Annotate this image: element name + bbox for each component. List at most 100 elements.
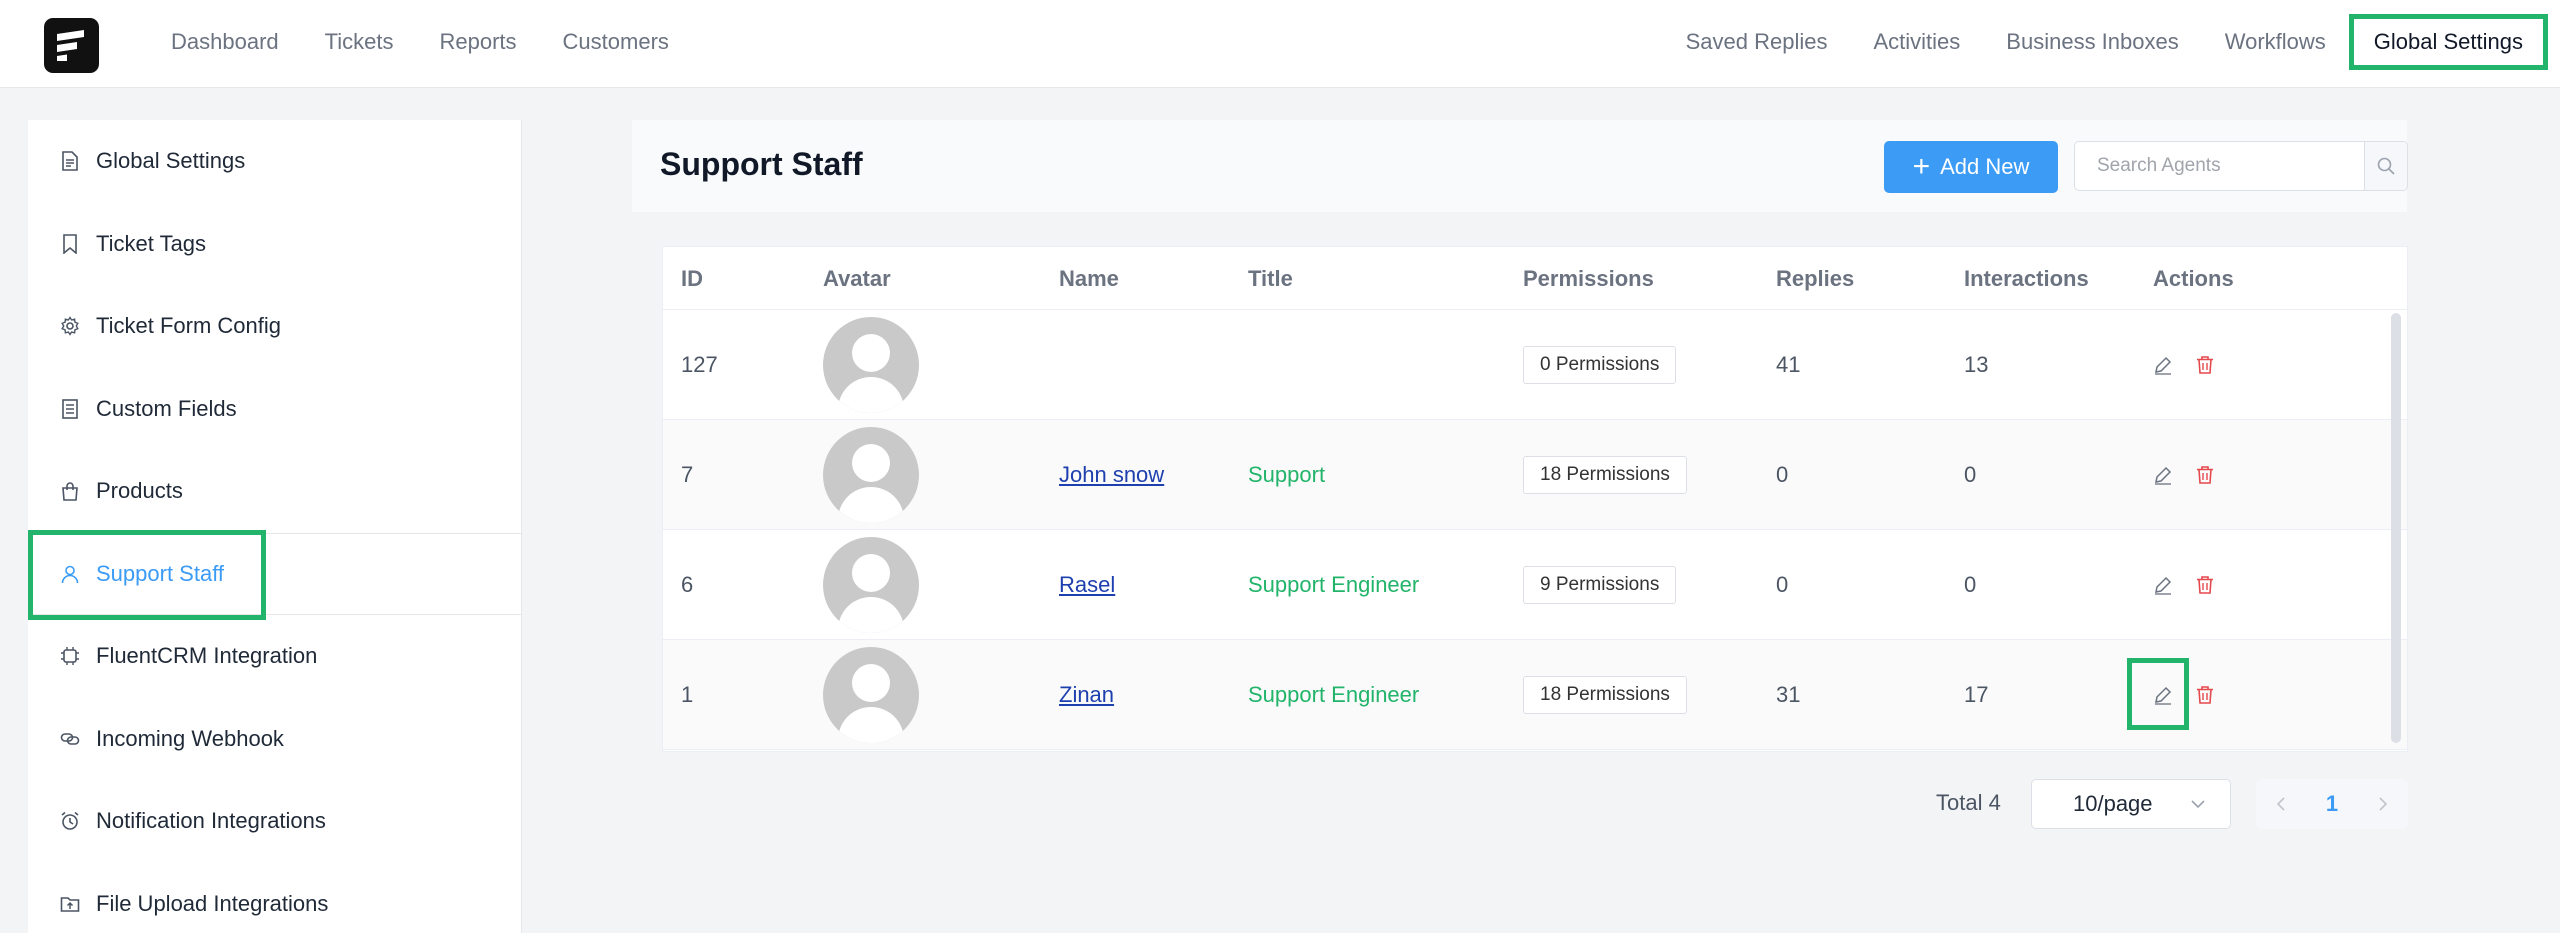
search-button[interactable] bbox=[2364, 142, 2407, 190]
nav-tickets[interactable]: Tickets bbox=[302, 29, 417, 55]
list-document-icon bbox=[58, 397, 82, 421]
bookmark-icon bbox=[58, 232, 82, 256]
column-header-id[interactable]: ID bbox=[681, 247, 703, 310]
edit-icon[interactable] bbox=[2151, 683, 2175, 707]
page-size-value: 10/page bbox=[2073, 791, 2153, 816]
sidebar-item-label: Incoming Webhook bbox=[96, 725, 284, 751]
sidebar-item-incoming-webhook[interactable]: Incoming Webhook bbox=[28, 698, 521, 781]
sidebar-item-global-settings[interactable]: Global Settings bbox=[28, 120, 521, 203]
column-header-permissions: Permissions bbox=[1523, 266, 1654, 291]
sidebar-item-fluentcrm-integration[interactable]: FluentCRM Integration bbox=[28, 615, 521, 698]
cell-interactions: 0 bbox=[1964, 572, 1977, 597]
sidebar-item-ticket-tags[interactable]: Ticket Tags bbox=[28, 203, 521, 286]
sidebar-item-label: Notification Integrations bbox=[96, 808, 326, 834]
chevron-right-icon bbox=[2379, 797, 2388, 811]
folder-upload-icon bbox=[58, 892, 82, 916]
permissions-button[interactable]: 18 Permissions bbox=[1523, 676, 1687, 714]
permissions-button[interactable]: 9 Permissions bbox=[1523, 566, 1677, 604]
agent-name-link[interactable]: Rasel bbox=[1059, 572, 1115, 598]
trash-icon[interactable] bbox=[2193, 573, 2217, 597]
agent-name-link[interactable]: John snow bbox=[1059, 462, 1164, 488]
edit-icon[interactable] bbox=[2151, 353, 2175, 377]
sidebar-item-support-staff[interactable]: Support Staff bbox=[28, 529, 521, 620]
column-header-name[interactable]: Name bbox=[1059, 247, 1119, 310]
alarm-clock-icon bbox=[58, 809, 82, 833]
sidebar-item-ticket-form-config[interactable]: Ticket Form Config bbox=[28, 285, 521, 368]
sidebar-item-products[interactable]: Products bbox=[28, 450, 521, 533]
permissions-button[interactable]: 18 Permissions bbox=[1523, 456, 1687, 494]
trash-icon[interactable] bbox=[2193, 353, 2217, 377]
add-new-label: Add New bbox=[1940, 154, 2030, 179]
prev-page-button[interactable] bbox=[2274, 795, 2288, 813]
avatar bbox=[823, 537, 919, 633]
document-icon bbox=[58, 149, 82, 173]
nav-reports[interactable]: Reports bbox=[417, 29, 540, 55]
table-row: 127 0 Permissions 41 13 bbox=[663, 310, 2407, 420]
gear-icon bbox=[58, 314, 82, 338]
permissions-button[interactable]: 0 Permissions bbox=[1523, 346, 1677, 384]
secondary-nav: Saved Replies Activities Business Inboxe… bbox=[1663, 0, 2560, 84]
chip-icon bbox=[58, 644, 82, 668]
sidebar-item-file-upload-integrations[interactable]: File Upload Integrations bbox=[28, 863, 521, 933]
trash-icon[interactable] bbox=[2193, 683, 2217, 707]
sidebar-item-label: Custom Fields bbox=[96, 395, 237, 421]
app-logo[interactable] bbox=[44, 18, 99, 73]
nav-activities[interactable]: Activities bbox=[1851, 29, 1984, 55]
sidebar-item-custom-fields[interactable]: Custom Fields bbox=[28, 368, 521, 451]
total-count: Total 4 bbox=[1936, 790, 2001, 815]
nav-business-inboxes[interactable]: Business Inboxes bbox=[1983, 29, 2201, 55]
nav-global-settings[interactable]: Global Settings bbox=[2348, 14, 2548, 70]
cell-id: 7 bbox=[681, 462, 694, 487]
nav-dashboard[interactable]: Dashboard bbox=[148, 29, 302, 55]
page-title: Support Staff bbox=[660, 146, 863, 182]
next-page-button[interactable] bbox=[2376, 795, 2390, 813]
table-row: 6 Rasel Support Engineer 9 Permissions 0… bbox=[663, 530, 2407, 640]
agent-title: Support Engineer bbox=[1248, 682, 1420, 707]
sidebar-item-notification-integrations[interactable]: Notification Integrations bbox=[28, 780, 521, 863]
pagination: 1 bbox=[2256, 779, 2408, 829]
column-header-avatar: Avatar bbox=[823, 266, 891, 291]
agent-name-link[interactable]: Zinan bbox=[1059, 682, 1114, 708]
column-header-interactions[interactable]: Interactions bbox=[1964, 247, 2089, 310]
column-header-actions: Actions bbox=[2153, 266, 2234, 291]
sidebar-item-label: Ticket Tags bbox=[96, 230, 207, 256]
cell-id: 6 bbox=[681, 572, 694, 597]
table-header: ID Avatar Name Title Permissions Replies… bbox=[663, 247, 2407, 310]
avatar bbox=[823, 427, 919, 523]
column-header-replies[interactable]: Replies bbox=[1776, 247, 1854, 310]
cell-replies: 0 bbox=[1776, 572, 1789, 597]
page-number[interactable]: 1 bbox=[2326, 791, 2338, 817]
sidebar-item-label: Global Settings bbox=[96, 148, 246, 174]
sidebar-item-label: Support Staff bbox=[96, 560, 225, 586]
cell-interactions: 13 bbox=[1964, 352, 1989, 377]
cell-id: 1 bbox=[681, 682, 694, 707]
nav-customers[interactable]: Customers bbox=[540, 29, 692, 55]
edit-icon[interactable] bbox=[2151, 573, 2175, 597]
avatar bbox=[823, 647, 919, 743]
cell-replies: 0 bbox=[1776, 462, 1789, 487]
sidebar-item-label: File Upload Integrations bbox=[96, 890, 329, 916]
cell-interactions: 17 bbox=[1964, 682, 1989, 707]
nav-saved-replies[interactable]: Saved Replies bbox=[1663, 29, 1851, 55]
support-staff-table: ID Avatar Name Title Permissions Replies… bbox=[662, 246, 2408, 752]
user-icon bbox=[58, 562, 82, 586]
nav-workflows[interactable]: Workflows bbox=[2202, 29, 2349, 55]
top-navigation: Dashboard Tickets Reports Customers Save… bbox=[0, 0, 2560, 88]
search-icon bbox=[2377, 157, 2395, 175]
edit-icon[interactable] bbox=[2151, 463, 2175, 487]
trash-icon[interactable] bbox=[2193, 463, 2217, 487]
cell-id: 127 bbox=[681, 352, 718, 377]
shopping-bag-icon bbox=[58, 479, 82, 503]
add-new-button[interactable]: + Add New bbox=[1884, 141, 2058, 193]
search-agents-input[interactable] bbox=[2075, 142, 2364, 190]
avatar bbox=[823, 317, 919, 413]
column-header-title[interactable]: Title bbox=[1248, 247, 1293, 310]
settings-sidebar: Global Settings Ticket Tags Ticket Form … bbox=[28, 120, 522, 933]
cell-replies: 31 bbox=[1776, 682, 1801, 707]
link-icon bbox=[58, 727, 82, 751]
agent-title: Support bbox=[1248, 462, 1326, 487]
plus-icon: + bbox=[1912, 150, 1931, 183]
page-size-select[interactable]: 10/page bbox=[2031, 779, 2231, 829]
chevron-down-icon bbox=[2191, 800, 2205, 809]
table-scrollbar[interactable] bbox=[2391, 313, 2401, 743]
